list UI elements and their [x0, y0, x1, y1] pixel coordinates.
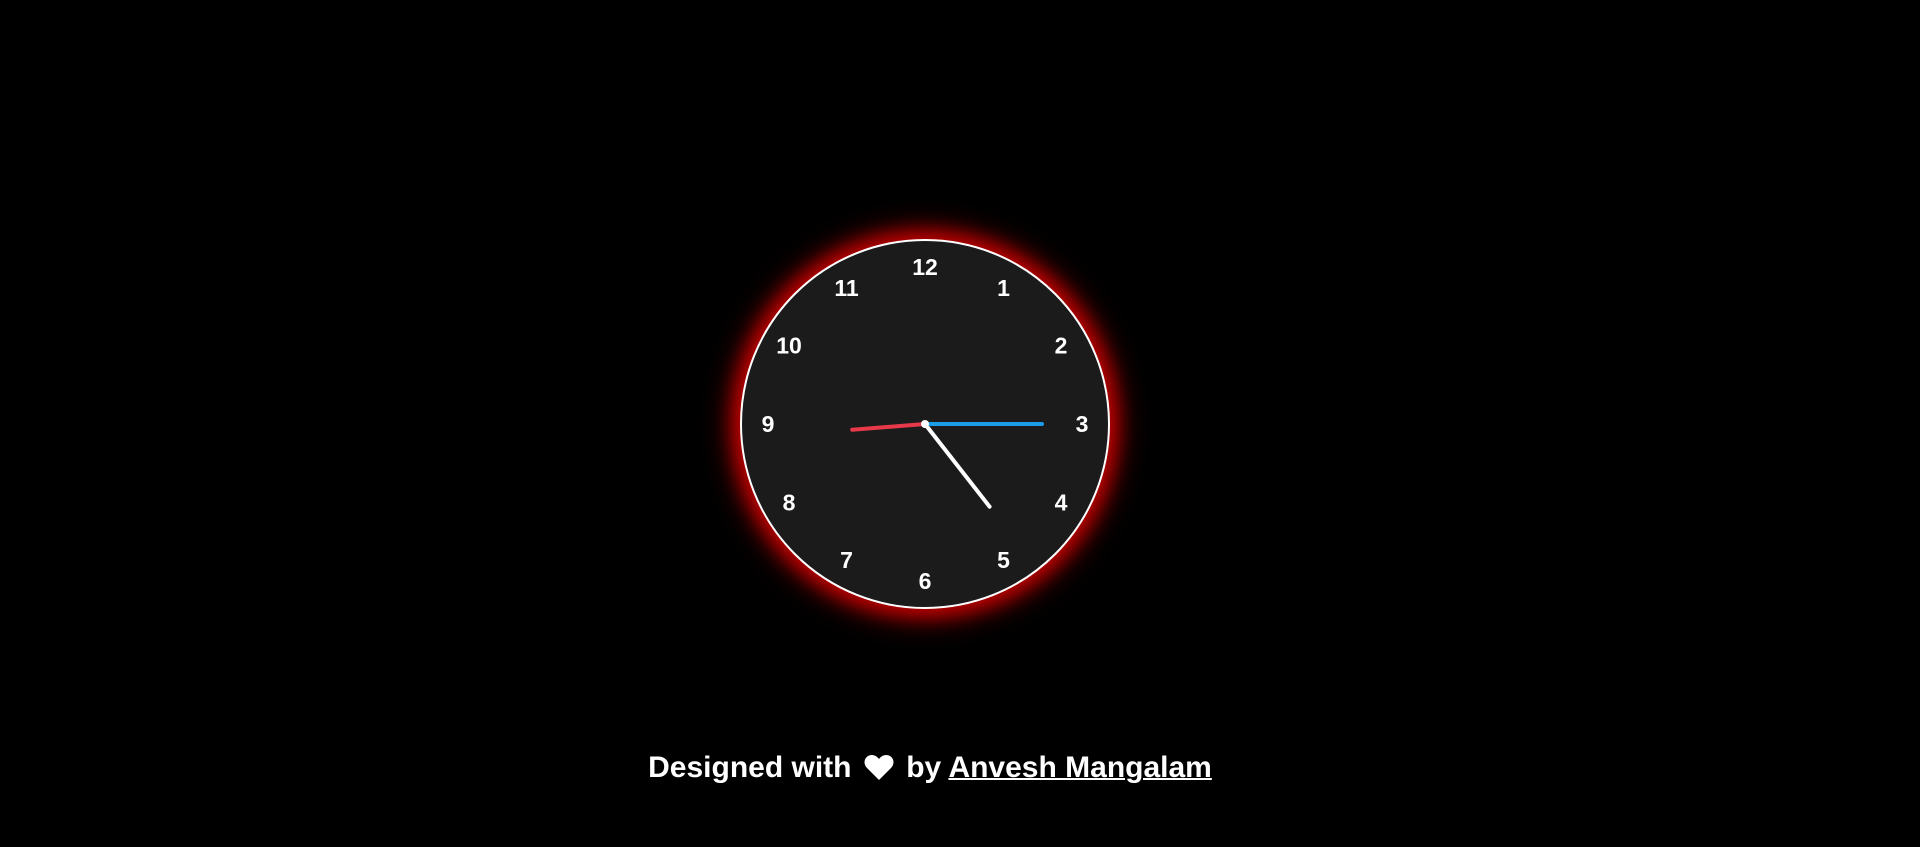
clock-numeral-4: 4 — [1055, 490, 1068, 516]
clock-numeral-11: 11 — [834, 275, 859, 301]
footer-by: by — [906, 751, 942, 784]
footer-credit: Designed with by Anvesh Mangalam — [0, 748, 1860, 792]
clock-face: 121234567891011 — [762, 254, 1089, 594]
clock-numeral-10: 10 — [776, 333, 802, 359]
clock-numeral-3: 3 — [1076, 411, 1089, 437]
clock-numeral-5: 5 — [997, 547, 1010, 573]
analog-clock: 12 1 2 3 4 5 6 7 8 9 10 11 — [740, 239, 1110, 609]
page: 12 1 2 3 4 5 6 7 8 9 10 11 Designed with by Anvesh … — [0, 0, 1920, 847]
clock-numeral-12: 12 — [912, 254, 938, 280]
clock-numeral-8: 8 — [783, 490, 796, 516]
author-link[interactable]: Anvesh Mangalam — [948, 751, 1211, 784]
clock-numeral-1: 1 — [997, 275, 1010, 301]
footer-prefix: Designed with — [648, 751, 852, 784]
hour-hand — [923, 422, 992, 509]
clock-center-dot — [921, 420, 929, 428]
heart-icon — [864, 752, 894, 792]
clock-numeral-9: 9 — [762, 411, 775, 437]
clock-numeral-2: 2 — [1055, 333, 1068, 359]
clock-numeral-6: 6 — [919, 568, 932, 594]
clock-numeral-7: 7 — [840, 547, 853, 573]
minute-hand — [850, 422, 927, 432]
